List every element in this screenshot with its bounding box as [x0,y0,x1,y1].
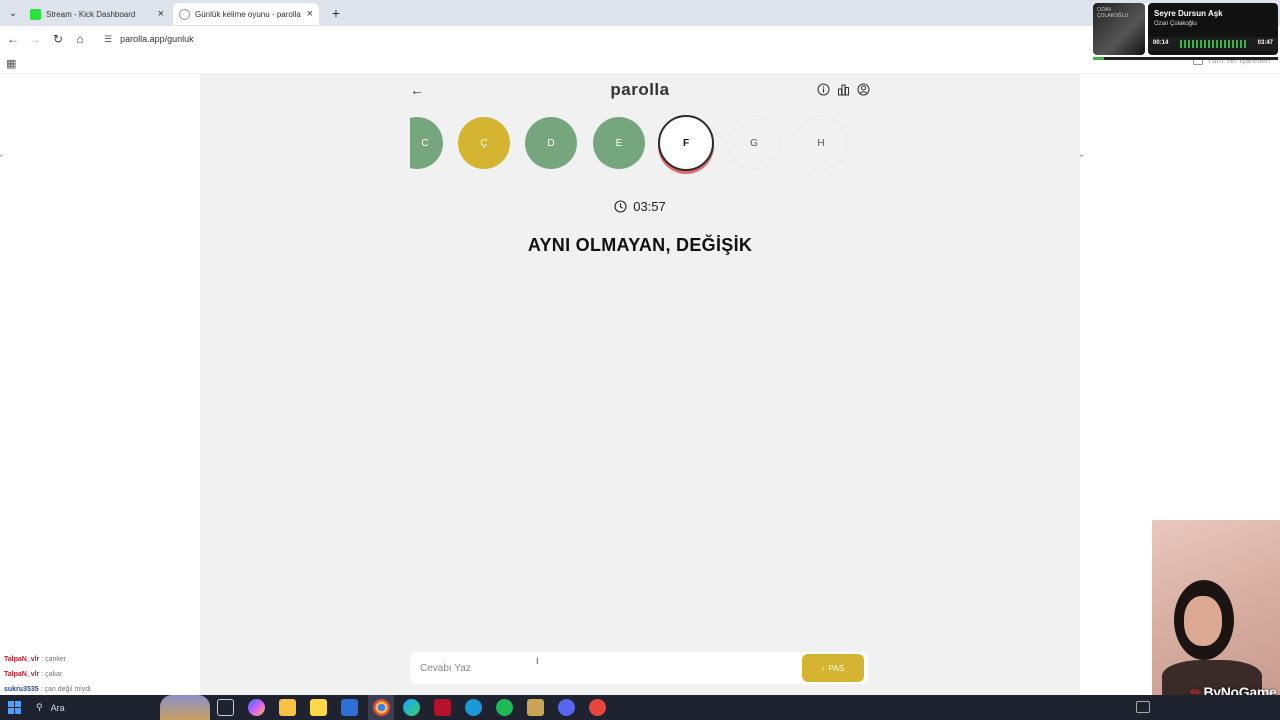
timer-value: 03:57 [633,199,666,214]
streamer-face [1184,596,1222,646]
timer: 03:57 [200,199,1080,214]
chat-text: çakar [45,671,63,678]
close-tab-icon[interactable]: × [307,8,313,20]
letter-circle-ç[interactable]: Ç [458,117,510,169]
music-progress-fill [1093,57,1105,60]
stream-chat-overlay: TalpaN_vlr : çanker TalpaN_vlr : çakar s… [4,652,91,697]
waveform-icon [1180,40,1248,48]
stats-icon[interactable] [836,82,850,96]
pass-label: PAS [828,663,845,673]
now-playing-overlay: OZAN ÇOLAKOĞLU Seyre Dursun Aşk Ozan Çol… [1093,3,1278,60]
edge-icon[interactable] [403,699,420,716]
address-bar-row: ← → ↻ ⌂ ☰ parolla.app/gunluk [0,26,1280,52]
discord-icon[interactable] [558,699,575,716]
chat-text: çanker [45,656,67,663]
letter-carousel: C Ç D E F G H [410,114,865,174]
chevron-right-icon: › [821,663,825,673]
site-settings-icon[interactable]: ☰ [104,34,112,45]
brand-watermark: ✏ ByNoGame [1190,684,1277,695]
chat-text: çan değil miydi [44,686,91,693]
outlook-icon[interactable] [341,699,358,716]
chat-message: TalpaN_vlr : çakar [4,671,63,678]
new-tab-button[interactable]: + [326,3,346,23]
total-time: 03:47 [1257,40,1273,46]
info-icon[interactable] [816,82,830,96]
tab-list-button[interactable]: ⌄ [4,4,22,22]
valorant-icon[interactable] [434,699,451,716]
home-icon[interactable]: ⌂ [71,30,89,48]
chat-username: sukru3535 [4,686,39,693]
search-icon: ⚲ [36,702,43,712]
game-panel: ← parolla C Ç D E F G H 03:57 AYNI OLMAY… [200,74,1080,695]
skype-icon[interactable] [465,699,482,716]
clock-icon [614,200,627,213]
file-explorer-icon[interactable] [279,699,296,716]
task-view-icon[interactable] [217,699,234,716]
obs-icon[interactable] [589,699,606,716]
browser-tab-bar: ⌄ Stream - Kick Dashboard × Günlük kelim… [0,0,1280,26]
url-field[interactable]: ☰ parolla.app/gunluk [100,30,1090,48]
notification-icon[interactable] [1136,701,1150,713]
back-arrow-icon[interactable]: ← [4,30,22,48]
chat-message: TalpaN_vlr : çanker [4,656,67,663]
webcam-overlay: ✏ ByNoGame [1152,520,1280,695]
letter-circle-f-current[interactable]: F [658,115,714,171]
pass-button[interactable]: › PAS [802,654,864,682]
letter-circle-h[interactable]: H [795,117,847,169]
music-progress-bar [1093,57,1278,60]
tab-title: Stream - Kick Dashboard [46,9,136,19]
copilot-icon[interactable] [248,699,265,716]
profile-icon[interactable] [856,82,870,96]
forward-arrow-icon[interactable]: → [26,30,44,48]
tab-title: Günlük kelime oyunu - parolla [195,9,301,19]
text-cursor-icon: I [536,656,539,666]
close-tab-icon[interactable]: × [158,8,164,20]
playback-row: 00:14 03:47 [1148,37,1278,51]
page-edge-mark: • [0,154,3,160]
url-text: parolla.app/gunluk [120,34,194,44]
answer-input[interactable] [410,652,790,684]
chrome-icon[interactable] [373,699,390,716]
parolla-logo: parolla [610,80,670,99]
tab-kick-dashboard[interactable]: Stream - Kick Dashboard × [24,3,170,25]
answer-row: › PAS [410,652,868,684]
chat-username: TalpaN_vlr [4,656,40,663]
sticky-notes-icon[interactable] [310,699,327,716]
letter-circle-g[interactable]: G [728,117,780,169]
photos-icon[interactable] [527,699,544,716]
album-label: OZAN ÇOLAKOĞLU [1097,7,1129,19]
page: • •• ← parolla C Ç D E F G H 03:57 AYNI … [0,74,1280,695]
letter-circle-c[interactable]: C [410,117,443,169]
windows-start-icon[interactable] [8,701,21,714]
spotify-icon[interactable] [496,699,513,716]
bookmarks-bar: ▦ Tüm Yer İşaretleri [0,52,1280,74]
song-info: Seyre Dursun Aşk Ozan Çolakoğlu 00:14 03… [1148,3,1278,55]
search-highlight-image [160,695,210,720]
brand-logo-icon: ✏ [1190,684,1202,695]
letter-circle-e[interactable]: E [593,117,645,169]
tab-parolla[interactable]: Günlük kelime oyunu - parolla × [173,3,319,25]
song-title: Seyre Dursun Aşk [1154,9,1223,18]
game-header: ← parolla [410,80,870,102]
apps-grid-icon[interactable]: ▦ [6,57,18,70]
album-cover: OZAN ÇOLAKOĞLU [1093,3,1145,55]
windows-taskbar: ⚲ Ara [0,695,1280,720]
search-label: Ara [50,702,65,713]
parolla-favicon-icon [179,8,190,20]
song-artist: Ozan Çolakoğlu [1154,21,1197,27]
reload-icon[interactable]: ↻ [49,30,67,48]
elapsed-time: 00:14 [1153,40,1169,46]
letter-circle-d[interactable]: D [525,117,577,169]
header-icons [816,82,870,96]
kick-favicon-icon [30,8,41,20]
chat-username: TalpaN_vlr [4,671,40,678]
question-text: AYNI OLMAYAN, DEĞİŞİK [527,235,753,255]
